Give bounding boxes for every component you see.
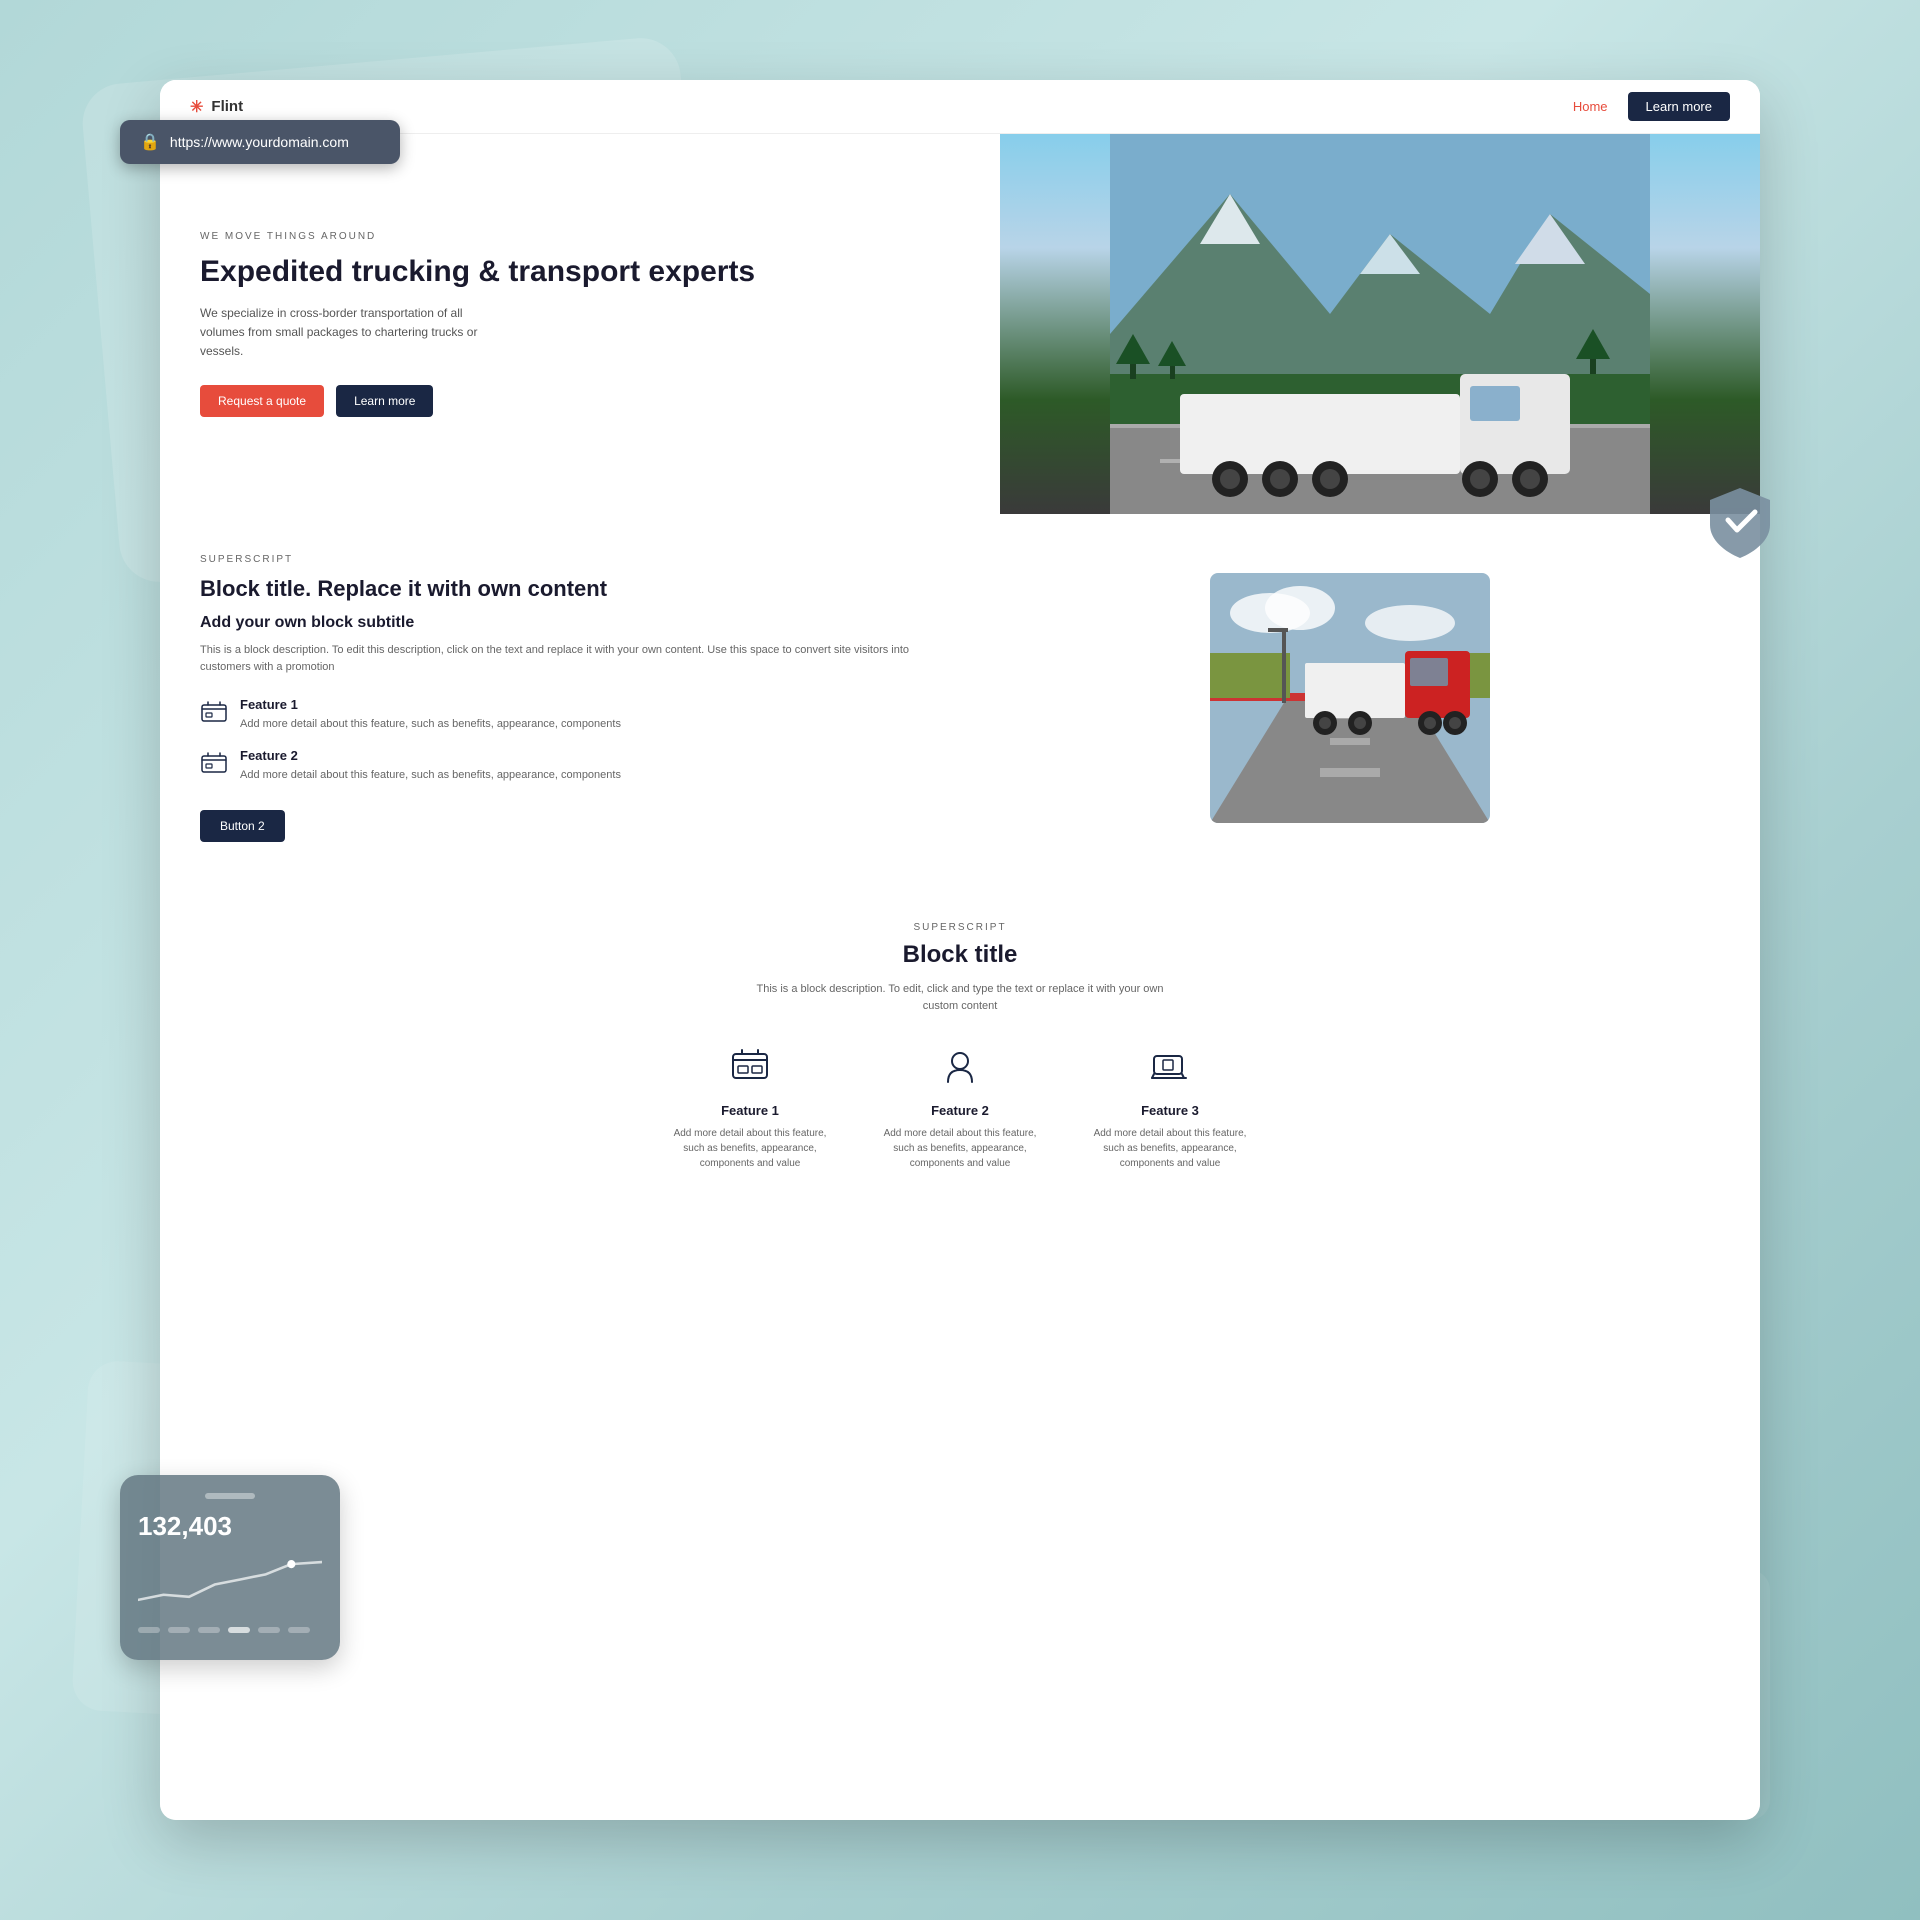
feature1-icon bbox=[200, 699, 228, 727]
block-section-1: SUPERSCRIPT Block title. Replace it with… bbox=[160, 514, 1760, 882]
nav-links: Home Learn more bbox=[1573, 92, 1730, 121]
chart-dots bbox=[138, 1627, 322, 1633]
chart-dot-3 bbox=[198, 1627, 220, 1633]
feature-col-1-icon bbox=[730, 1046, 770, 1086]
feature-col-1-desc: Add more detail about this feature, such… bbox=[670, 1126, 830, 1171]
nav-home-link[interactable]: Home bbox=[1573, 99, 1608, 114]
hero-description: We specialize in cross-border transporta… bbox=[200, 304, 500, 362]
feature2-item: Feature 2 Add more detail about this fea… bbox=[200, 748, 940, 784]
feature1-text: Feature 1 Add more detail about this fea… bbox=[240, 697, 621, 733]
feature1-item: Feature 1 Add more detail about this fea… bbox=[200, 697, 940, 733]
url-bar[interactable]: 🔒 https://www.yourdomain.com bbox=[120, 120, 400, 164]
block2-superscript: SUPERSCRIPT bbox=[200, 922, 1720, 933]
security-badge bbox=[1700, 480, 1780, 560]
url-text: https://www.yourdomain.com bbox=[170, 134, 349, 150]
feature-col-3-desc: Add more detail about this feature, such… bbox=[1090, 1126, 1250, 1171]
chart-dot-2 bbox=[168, 1627, 190, 1633]
feature-col-2-desc: Add more detail about this feature, such… bbox=[880, 1126, 1040, 1171]
features-grid: Feature 1 Add more detail about this fea… bbox=[200, 1046, 1720, 1171]
hero-title: Expedited trucking & transport experts bbox=[200, 254, 960, 290]
logo-text: Flint bbox=[211, 98, 243, 115]
chart-dot-6 bbox=[288, 1627, 310, 1633]
analytics-number: 132,403 bbox=[138, 1511, 322, 1542]
feature-col-1: Feature 1 Add more detail about this fea… bbox=[670, 1046, 830, 1171]
card-handle bbox=[205, 1493, 255, 1499]
block-right bbox=[980, 554, 1720, 842]
feature-col-2: Feature 2 Add more detail about this fea… bbox=[880, 1046, 1040, 1171]
hero-buttons: Request a quote Learn more bbox=[200, 385, 960, 417]
chart-dot-5 bbox=[258, 1627, 280, 1633]
feature-col-3: Feature 3 Add more detail about this fea… bbox=[1090, 1046, 1250, 1171]
chart-dot-1 bbox=[138, 1627, 160, 1633]
block-section-2: SUPERSCRIPT Block title This is a block … bbox=[160, 882, 1760, 1201]
block1-subtitle: Add your own block subtitle bbox=[200, 614, 940, 632]
hero-superscript: WE MOVE THINGS AROUND bbox=[200, 231, 960, 242]
feature2-icon bbox=[200, 750, 228, 778]
feature2-desc: Add more detail about this feature, such… bbox=[240, 767, 621, 784]
block1-button[interactable]: Button 2 bbox=[200, 810, 285, 842]
nav-learn-more-button[interactable]: Learn more bbox=[1628, 92, 1730, 121]
hero-image bbox=[1000, 134, 1760, 514]
website-content: ✳ Flint Home Learn more WE MOVE THINGS A… bbox=[160, 80, 1760, 1820]
chart-dot-4 bbox=[228, 1627, 250, 1633]
hero-left: WE MOVE THINGS AROUND Expedited trucking… bbox=[160, 134, 1000, 514]
block-left: SUPERSCRIPT Block title. Replace it with… bbox=[200, 554, 940, 842]
block1-image bbox=[1210, 573, 1490, 823]
lock-icon: 🔒 bbox=[140, 132, 160, 152]
nav-logo: ✳ Flint bbox=[190, 97, 1573, 117]
block1-title: Block title. Replace it with own content bbox=[200, 575, 940, 604]
hero-right bbox=[1000, 134, 1760, 514]
block2-title: Block title bbox=[200, 941, 1720, 969]
feature-col-1-title: Feature 1 bbox=[670, 1103, 830, 1118]
browser-window: ✳ Flint Home Learn more WE MOVE THINGS A… bbox=[160, 80, 1760, 1820]
block1-description: This is a block description. To edit thi… bbox=[200, 642, 940, 677]
feature2-title: Feature 2 bbox=[240, 748, 621, 763]
feature-col-3-icon bbox=[1150, 1046, 1190, 1086]
nav-bar: ✳ Flint Home Learn more bbox=[160, 80, 1760, 134]
feature-col-2-icon bbox=[940, 1046, 980, 1086]
analytics-card: 132,403 bbox=[120, 1475, 340, 1660]
request-quote-button[interactable]: Request a quote bbox=[200, 385, 324, 417]
chart-svg bbox=[138, 1552, 322, 1612]
logo-icon: ✳ bbox=[190, 97, 203, 117]
feature1-desc: Add more detail about this feature, such… bbox=[240, 716, 621, 733]
feature2-text: Feature 2 Add more detail about this fea… bbox=[240, 748, 621, 784]
hero-section: WE MOVE THINGS AROUND Expedited trucking… bbox=[160, 134, 1760, 514]
feature-col-3-title: Feature 3 bbox=[1090, 1103, 1250, 1118]
block1-superscript: SUPERSCRIPT bbox=[200, 554, 940, 565]
feature1-title: Feature 1 bbox=[240, 697, 621, 712]
feature-col-2-title: Feature 2 bbox=[880, 1103, 1040, 1118]
hero-learn-more-button[interactable]: Learn more bbox=[336, 385, 433, 417]
block2-description: This is a block description. To edit, cl… bbox=[750, 981, 1170, 1016]
